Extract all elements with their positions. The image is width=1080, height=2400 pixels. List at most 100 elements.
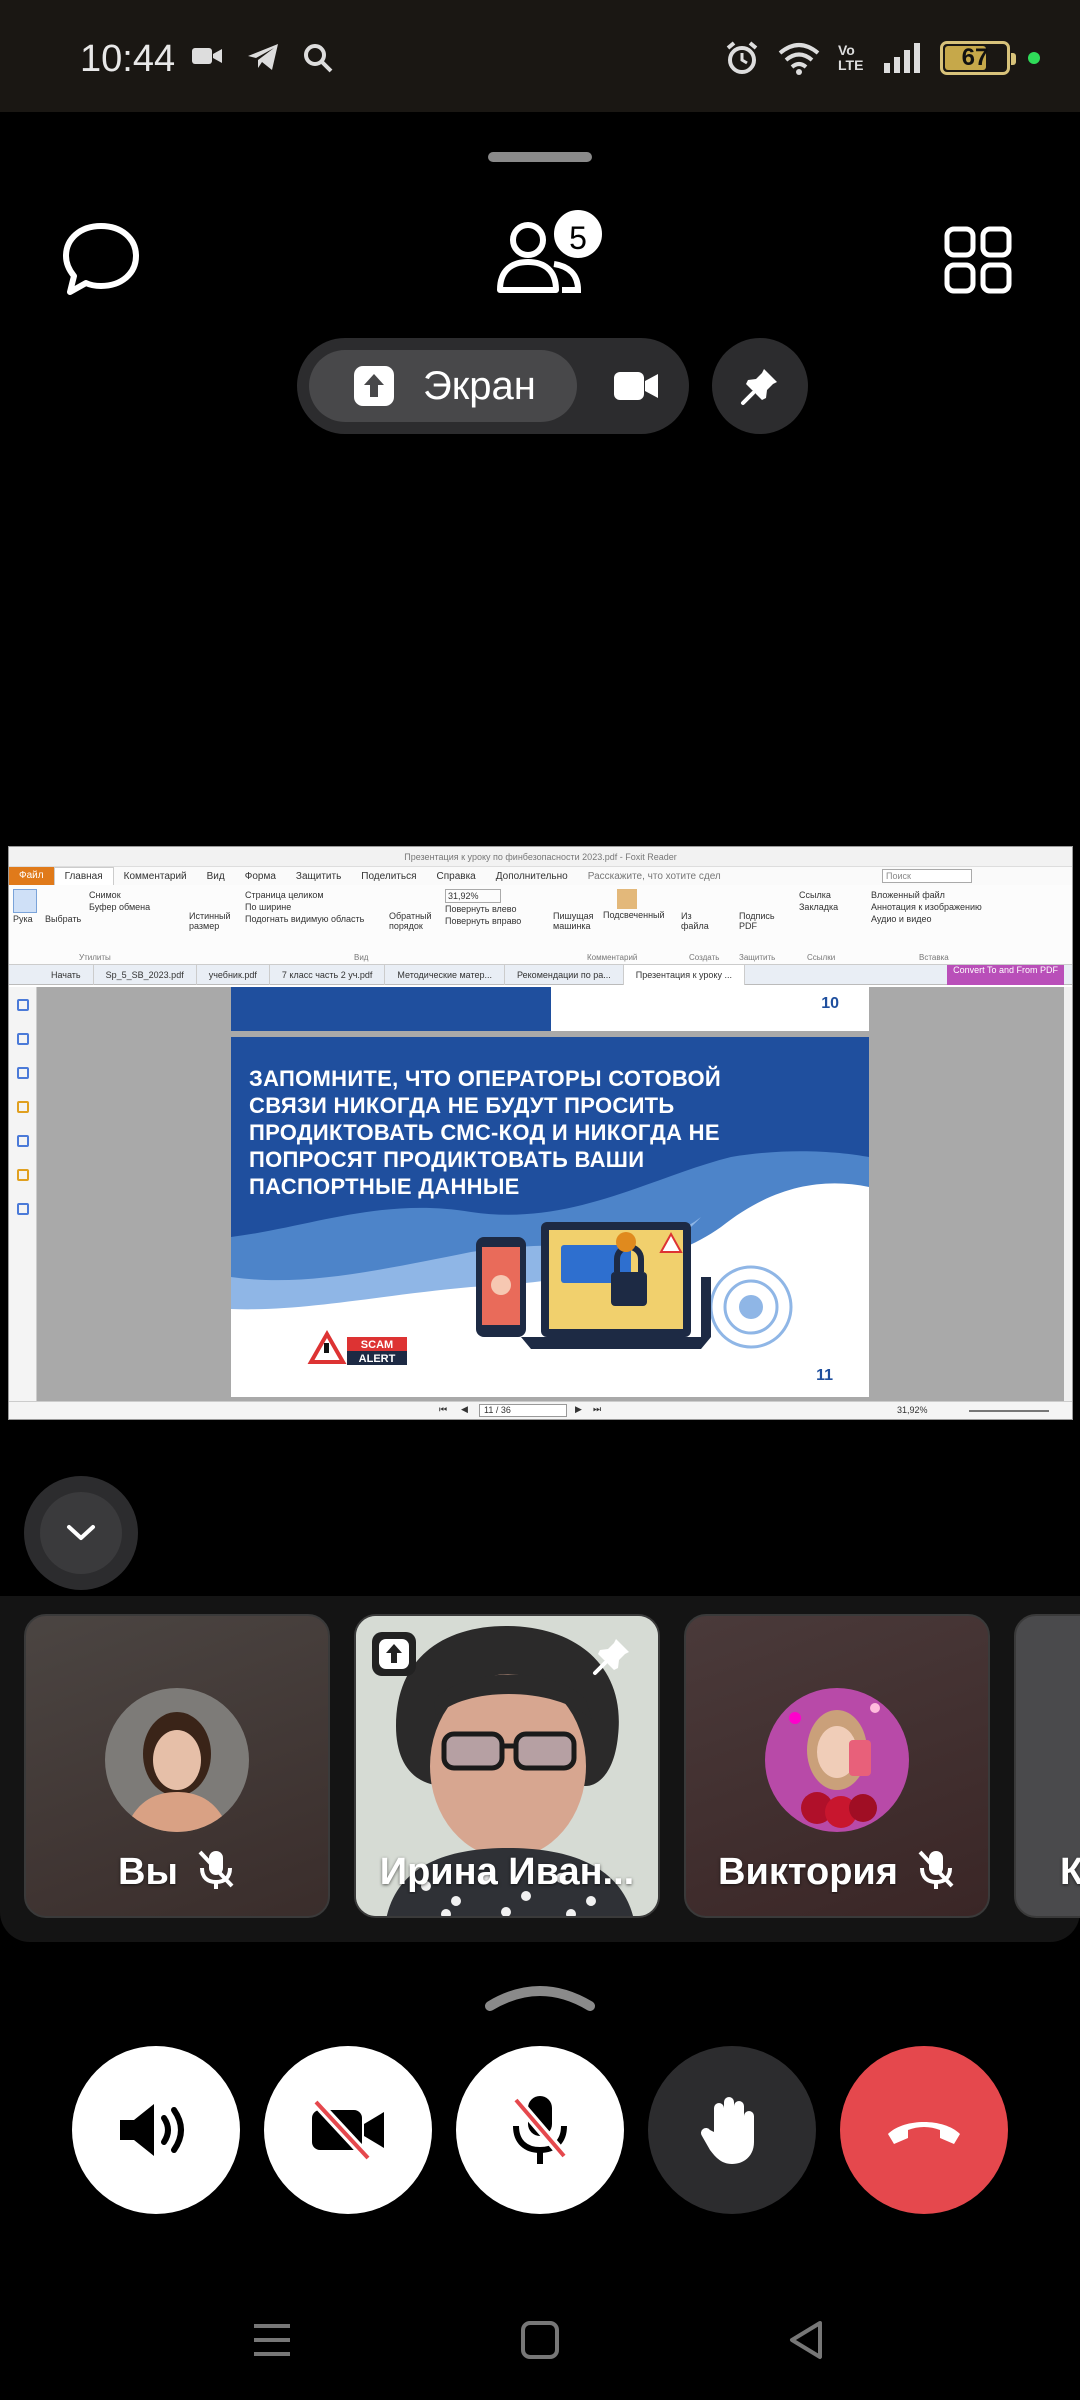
fit-width-button[interactable]: По ширине <box>245 901 364 913</box>
page-number-input[interactable]: 11 / 36 <box>479 1404 567 1417</box>
menu-share[interactable]: Поделиться <box>351 871 426 882</box>
create-caption: Создать <box>689 953 720 962</box>
doc-tab-active[interactable]: Презентация к уроку ... <box>623 964 745 985</box>
pin-button[interactable] <box>712 338 808 434</box>
zoom-slider[interactable] <box>969 1410 1049 1412</box>
menu-help[interactable]: Справка <box>427 871 486 882</box>
pin-icon <box>741 369 777 405</box>
menu-protect[interactable]: Защитить <box>286 871 351 882</box>
screen-mode-button[interactable]: Экран <box>309 350 577 422</box>
view-caption: Вид <box>354 953 369 962</box>
thumbnails-icon[interactable] <box>16 999 29 1011</box>
wifi-icon <box>778 43 820 75</box>
reader-menu-bar: Файл Главная Комментарий Вид Форма Защит… <box>9 867 1072 885</box>
link-button[interactable]: Ссылка <box>799 889 838 901</box>
actual-size-label: Истинный размер <box>189 911 231 931</box>
comment-caption: Комментарий <box>587 953 638 962</box>
fit-visible-button[interactable]: Подогнать видимую область <box>245 913 364 925</box>
shared-screen[interactable]: Презентация к уроку по финбезопасности 2… <box>8 846 1073 1420</box>
video-icon <box>192 48 222 64</box>
convert-banner[interactable]: Convert To and From PDF <box>947 965 1064 985</box>
signature-icon[interactable] <box>16 1203 29 1215</box>
participant-tile[interactable]: К <box>1014 1614 1080 1918</box>
avatar <box>765 1688 909 1832</box>
page-11-slide: SCAM ALERT ЗАПОМНИТЕ, ЧТО ОПЕРАТОРЫ СОТО… <box>231 1037 869 1397</box>
audio-video-button[interactable]: Аудио и видео <box>871 913 982 925</box>
prev-page-button[interactable]: ◀ <box>461 1404 468 1415</box>
doc-tab[interactable]: Рекомендации по ра... <box>505 964 624 985</box>
sign-pdf-button[interactable]: Подпись PDF <box>739 889 779 931</box>
end-call-button[interactable] <box>840 2046 1008 2214</box>
menu-extra[interactable]: Дополнительно <box>486 871 578 882</box>
status-time: 10:44 <box>80 38 176 80</box>
home-icon[interactable] <box>520 2320 560 2360</box>
rotate-left-button[interactable]: Повернуть влево <box>445 903 521 915</box>
chat-icon[interactable] <box>60 220 142 302</box>
doc-tab[interactable]: учебник.pdf <box>197 964 270 985</box>
menu-form[interactable]: Форма <box>235 871 286 882</box>
select-tool[interactable]: Выбрать <box>45 889 81 925</box>
comments-icon[interactable] <box>16 1101 29 1113</box>
share-screen-icon <box>379 1639 409 1669</box>
reverse-button[interactable]: Обратный порядок <box>389 889 439 931</box>
collapse-participants-button[interactable] <box>24 1476 138 1590</box>
security-icon[interactable] <box>16 1169 29 1181</box>
camera-toggle-button[interactable] <box>264 2046 432 2214</box>
camera-mode-icon[interactable] <box>613 366 659 406</box>
document-viewport[interactable]: 10 SCAM ALERT ЗАПОМНИТЕ, ЧТО ОПЕРАТОРЫ С… <box>9 987 1072 1403</box>
attached-file-button[interactable]: Вложенный файл <box>871 889 982 901</box>
hand-tool[interactable]: Рука <box>13 889 37 925</box>
participant-name: Ирина Иван... <box>379 1851 635 1893</box>
bookmark-button[interactable]: Закладка <box>799 901 838 913</box>
menu-home[interactable]: Главная <box>53 867 114 885</box>
image-annotation-button[interactable]: Аннотация к изображению <box>871 901 982 913</box>
reverse-label: Обратный порядок <box>389 911 432 931</box>
raise-hand-button[interactable] <box>648 2046 816 2214</box>
typewriter-button[interactable]: Пишущая машинка <box>553 889 599 931</box>
mic-toggle-button[interactable] <box>456 2046 624 2214</box>
participant-tile[interactable]: Вы <box>24 1614 330 1918</box>
attachments-icon[interactable] <box>16 1135 29 1147</box>
participant-tile[interactable]: Виктория <box>684 1614 990 1918</box>
insert-group: Вложенный файл Аннотация к изображению А… <box>871 889 982 925</box>
menu-view[interactable]: Вид <box>197 871 235 882</box>
snapshot-button[interactable]: Снимок <box>89 889 150 901</box>
clipboard-button[interactable]: Буфер обмена <box>89 901 150 913</box>
doc-tab[interactable]: Начать <box>39 964 94 985</box>
reader-side-panel <box>9 987 37 1403</box>
actual-size-button[interactable]: Истинный размер <box>189 889 239 931</box>
screen-mode-label: Экран <box>423 363 536 408</box>
drag-handle[interactable] <box>488 152 592 162</box>
layers-icon[interactable] <box>16 1067 29 1079</box>
select-tool-label: Выбрать <box>45 914 82 924</box>
grid-layout-icon[interactable] <box>944 226 1012 294</box>
menu-file[interactable]: Файл <box>9 867 54 885</box>
from-file-button[interactable]: Из файла <box>681 889 709 931</box>
pages-icon[interactable] <box>16 1033 29 1045</box>
doc-tab[interactable]: Sp_5_SB_2023.pdf <box>94 964 197 985</box>
next-page-button[interactable]: ▶ <box>575 1404 582 1415</box>
reader-scrollbar[interactable] <box>1064 987 1072 1403</box>
menu-icon[interactable] <box>252 2320 292 2360</box>
highlight-button[interactable]: Подсвеченный <box>603 889 665 921</box>
menu-comment[interactable]: Комментарий <box>114 871 197 882</box>
rotate-right-button[interactable]: Повернуть вправо <box>445 915 521 927</box>
pin-icon[interactable] <box>592 1636 632 1676</box>
back-icon[interactable] <box>786 2320 826 2360</box>
reader-search-input[interactable]: Поиск <box>882 869 972 883</box>
zoom-select[interactable]: 31,92% <box>445 889 501 903</box>
tell-me-box[interactable]: Расскажите, что хотите сдел <box>578 871 731 882</box>
expand-controls-icon[interactable] <box>484 1982 596 2012</box>
status-bar: 10:44 Vo LTE 67 <box>0 0 1080 112</box>
last-page-button[interactable]: ⏭ <box>593 1404 601 1415</box>
speaker-button[interactable] <box>72 2046 240 2214</box>
fit-page-button[interactable]: Страница целиком <box>245 889 364 901</box>
links-group: Ссылка Закладка <box>799 889 838 913</box>
first-page-button[interactable]: ⏮ <box>439 1404 447 1415</box>
mic-off-icon <box>918 1850 954 1889</box>
doc-tab[interactable]: Методические матер... <box>385 964 506 985</box>
speaker-icon <box>120 2104 184 2156</box>
participant-tile[interactable]: Ирина Иван... <box>354 1614 660 1918</box>
doc-tab[interactable]: 7 класс часть 2 уч.pdf <box>270 964 386 985</box>
status-zoom[interactable]: 31,92% <box>897 1405 928 1415</box>
